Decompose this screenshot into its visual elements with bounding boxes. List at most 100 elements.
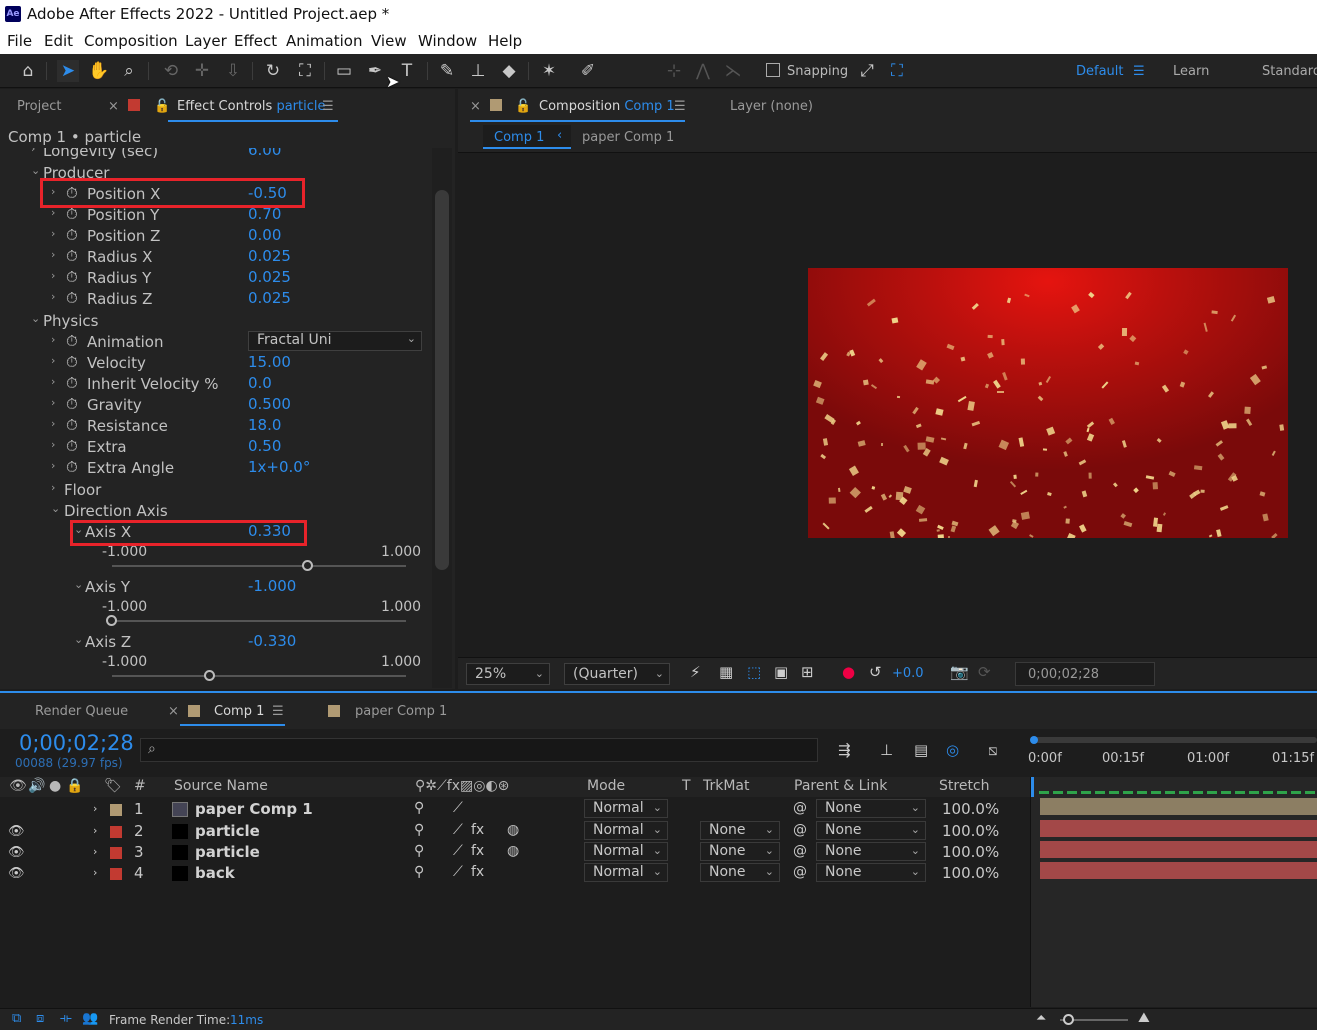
- composition-viewer[interactable]: [808, 268, 1288, 538]
- fast-previews-icon[interactable]: ⚡: [690, 663, 701, 681]
- zoom-in-icon[interactable]: ⛰: [1138, 1010, 1150, 1026]
- zoom-dropdown[interactable]: 25% ⌄: [466, 663, 550, 685]
- work-area-bar[interactable]: [1032, 737, 1317, 743]
- menu-help[interactable]: Help: [488, 32, 522, 50]
- flow-paper-comp[interactable]: paper Comp 1: [582, 130, 674, 145]
- eye-header-icon[interactable]: 👁: [9, 778, 27, 794]
- axis-icon[interactable]: ⋀: [692, 60, 714, 82]
- menu-layer[interactable]: Layer: [185, 32, 227, 50]
- axis-x-slider-knob[interactable]: [301, 560, 313, 571]
- frame-blending-icon[interactable]: ▤: [914, 741, 928, 759]
- effect-scrollbar[interactable]: [432, 148, 452, 688]
- track-area[interactable]: [1030, 777, 1317, 1007]
- timeline-zoom-knob[interactable]: [1063, 1014, 1074, 1025]
- axis-y-slider[interactable]: [112, 620, 406, 622]
- col-parent[interactable]: Parent & Link: [794, 778, 887, 794]
- axis-y-slider-knob[interactable]: [106, 615, 117, 626]
- layer-switches-icon[interactable]: ⧉: [12, 1011, 21, 1026]
- reset-exposure-icon[interactable]: ↺: [869, 663, 882, 681]
- rectangle-icon[interactable]: ▭: [333, 60, 355, 82]
- close-icon[interactable]: ×: [108, 99, 119, 114]
- snap-features-icon[interactable]: ⤢: [856, 60, 878, 82]
- audio-header-icon[interactable]: 🔊: [28, 778, 45, 794]
- tab-effect-controls[interactable]: Effect Controls particle: [177, 99, 325, 114]
- prop-axis-z[interactable]: ⌄ Axis Z -0.330: [0, 631, 432, 652]
- layer-row-1[interactable]: › 1 paper Comp 1 ⚲ ⟋ Normal ⌄ @ None ⌄ 100…: [0, 799, 1030, 820]
- time-ruler[interactable]: 0:00f 00:15f 01:00f 01:15f: [1028, 733, 1317, 777]
- menu-file[interactable]: File: [7, 32, 32, 50]
- mask-path-icon[interactable]: ⬚: [747, 663, 761, 681]
- col-stretch[interactable]: Stretch: [939, 778, 990, 794]
- draft-3d-icon[interactable]: ⊥: [880, 741, 893, 759]
- menu-window[interactable]: Window: [418, 32, 477, 50]
- prop-position-z[interactable]: › ⏱ Position Z 0.00: [0, 225, 432, 246]
- prop-gravity[interactable]: › ⏱ Gravity 0.500: [0, 394, 432, 415]
- menu-view[interactable]: View: [371, 32, 407, 50]
- workspace-learn[interactable]: Learn: [1173, 64, 1209, 79]
- lock-header-icon[interactable]: 🔒: [66, 778, 83, 794]
- anchor-icon[interactable]: ⛶: [294, 60, 316, 82]
- layer-bar-3[interactable]: [1040, 841, 1317, 858]
- parent-dropdown[interactable]: None ⌄: [816, 842, 926, 861]
- prop-longevity[interactable]: › Longevity (sec) 6.00: [0, 148, 432, 161]
- prop-extra[interactable]: › ⏱ Extra 0.50: [0, 436, 432, 457]
- lock-icon[interactable]: 🔓: [515, 99, 531, 114]
- panel-menu-icon[interactable]: ☰: [272, 704, 284, 719]
- orbit-icon[interactable]: ⟲: [160, 60, 182, 82]
- roto-brush-icon[interactable]: ✶: [538, 60, 560, 82]
- prop-resistance[interactable]: › ⏱ Resistance 18.0: [0, 415, 432, 436]
- tab-layer[interactable]: Layer (none): [730, 99, 813, 114]
- panel-menu-icon[interactable]: ☰: [322, 99, 334, 114]
- mode-dropdown[interactable]: Normal ⌄: [584, 842, 668, 861]
- solo-header-icon[interactable]: ●: [49, 778, 61, 794]
- snap-mode-icon[interactable]: ⋋: [722, 60, 744, 82]
- prop-inherit-velocity[interactable]: › ⏱ Inherit Velocity % 0.0: [0, 373, 432, 394]
- menu-edit[interactable]: Edit: [44, 32, 73, 50]
- eraser-icon[interactable]: ◆: [498, 60, 520, 82]
- layer-row-3[interactable]: 👁 › 3 particle ⚲ ⟋ fx ◍ Normal ⌄ None ⌄ @ …: [0, 842, 1030, 863]
- mode-dropdown[interactable]: Normal ⌄: [584, 799, 668, 818]
- prop-radius-y[interactable]: › ⏱ Radius Y 0.025: [0, 267, 432, 288]
- group-direction-axis[interactable]: ⌄ Direction Axis: [0, 500, 432, 521]
- clone-stamp-icon[interactable]: ⊥: [467, 60, 489, 82]
- grid-guide-icon[interactable]: ⊞: [801, 663, 814, 681]
- modes-icon[interactable]: ⧈: [36, 1011, 44, 1026]
- workspace-default[interactable]: Default: [1076, 64, 1124, 79]
- layer-search-input[interactable]: ⌕: [140, 738, 818, 762]
- exposure-value[interactable]: +0.0: [892, 666, 924, 681]
- prop-velocity[interactable]: › ⏱ Velocity 15.00: [0, 352, 432, 373]
- label-header-icon[interactable]: 🏷: [104, 778, 122, 794]
- region-of-interest-icon[interactable]: ▣: [774, 663, 788, 681]
- home-icon[interactable]: ⌂: [17, 60, 39, 82]
- puppet-pin-icon[interactable]: ✐: [577, 60, 599, 82]
- group-floor[interactable]: › Floor: [0, 479, 432, 500]
- parent-dropdown[interactable]: None ⌄: [816, 799, 926, 818]
- viewer-timecode[interactable]: 0;00;02;28: [1015, 662, 1155, 686]
- render-time-icon[interactable]: 👥: [82, 1011, 98, 1026]
- menu-composition[interactable]: Composition: [84, 32, 178, 50]
- rotate-icon[interactable]: ↻: [262, 60, 284, 82]
- tab-composition[interactable]: Composition Comp 1: [539, 99, 675, 114]
- axis-z-slider[interactable]: [112, 675, 406, 677]
- mode-dropdown[interactable]: Normal ⌄: [584, 863, 668, 882]
- selection-arrow-icon[interactable]: ➤: [57, 60, 79, 82]
- snapshot-camera-icon[interactable]: 📷: [950, 663, 969, 681]
- snapping-checkbox[interactable]: [766, 63, 780, 77]
- hand-icon[interactable]: ✋: [88, 60, 110, 82]
- pan-icon[interactable]: ✛: [191, 60, 213, 82]
- workspace-standard[interactable]: Standard: [1262, 64, 1317, 79]
- tab-project[interactable]: Project: [17, 99, 61, 114]
- current-timecode[interactable]: 0;00;02;28: [19, 731, 134, 755]
- prop-extra-angle[interactable]: › ⏱ Extra Angle 1x+0.0°: [0, 457, 432, 478]
- composition-mini-flowchart-icon[interactable]: ⇶: [838, 741, 851, 759]
- panel-menu-icon[interactable]: ☰: [674, 99, 686, 114]
- layer-bar-4[interactable]: [1040, 862, 1317, 879]
- tab-comp1[interactable]: Comp 1: [214, 704, 264, 719]
- col-trkmat[interactable]: TrkMat: [703, 778, 750, 794]
- layer-row-4[interactable]: 👁 › 4 back ⚲ ⟋ fx Normal ⌄ None ⌄ @ None ⌄ …: [0, 863, 1030, 884]
- prop-axis-y[interactable]: ⌄ Axis Y -1.000: [0, 576, 432, 597]
- parent-dropdown[interactable]: None ⌄: [816, 821, 926, 840]
- trkmat-dropdown[interactable]: None ⌄: [700, 863, 780, 882]
- transparency-grid-icon[interactable]: ▦: [719, 663, 733, 681]
- close-icon[interactable]: ×: [470, 99, 481, 114]
